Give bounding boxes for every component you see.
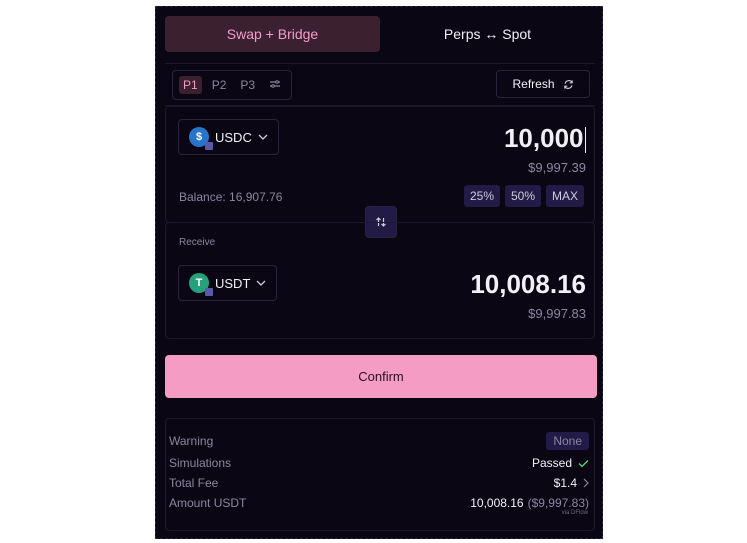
preset-p3[interactable]: P3 bbox=[236, 76, 259, 94]
divider bbox=[165, 63, 595, 64]
to-token-symbol: USDT bbox=[215, 275, 251, 291]
refresh-label: Refresh bbox=[512, 77, 555, 91]
amount-value: 10,008.16 bbox=[470, 496, 524, 510]
settings-sliders-icon[interactable] bbox=[265, 76, 285, 94]
mode-tabs: Swap + Bridge Perps ↔ Spot bbox=[165, 16, 595, 70]
fee-row[interactable]: Total Fee $1.4 bbox=[169, 476, 589, 490]
from-token-selector[interactable]: $ USDC bbox=[178, 119, 279, 155]
check-icon bbox=[578, 459, 589, 467]
simulations-row: Simulations Passed bbox=[169, 456, 589, 470]
fee-value: $1.4 bbox=[553, 476, 577, 490]
refresh-icon bbox=[563, 79, 573, 89]
receive-label: Receive bbox=[179, 237, 216, 248]
percent-50-button[interactable]: 50% bbox=[505, 185, 542, 207]
confirm-button[interactable]: Confirm bbox=[165, 355, 597, 398]
max-button[interactable]: MAX bbox=[546, 185, 585, 207]
from-token-symbol: USDC bbox=[215, 129, 252, 145]
warning-label: Warning bbox=[169, 434, 214, 448]
fee-label: Total Fee bbox=[169, 476, 219, 490]
simulations-value: Passed bbox=[531, 456, 572, 470]
from-amount-input[interactable]: 10,000 bbox=[504, 123, 586, 154]
chevron-right-icon[interactable] bbox=[583, 478, 589, 488]
warning-badge: None bbox=[546, 432, 589, 450]
chevron-down-icon bbox=[256, 280, 266, 286]
amount-usd: ($9,997.83) bbox=[527, 496, 589, 510]
amount-label: Amount USDT bbox=[169, 496, 247, 510]
preset-group: P1 P2 P3 bbox=[172, 70, 293, 100]
balance-text: Balance: 16,907.76 bbox=[179, 190, 283, 204]
usdc-icon: $ bbox=[189, 127, 213, 150]
tab-swap-bridge[interactable]: Swap + Bridge bbox=[165, 16, 380, 52]
swap-panel: Swap + Bridge Perps ↔ Spot P1 P2 P3 Refr… bbox=[155, 6, 603, 539]
usdt-icon: T bbox=[189, 273, 213, 296]
route-provider: via DFlow bbox=[561, 510, 588, 516]
to-usd-value: $9,997.83 bbox=[528, 306, 586, 321]
refresh-button[interactable]: Refresh bbox=[496, 70, 590, 98]
preset-p2[interactable]: P2 bbox=[208, 76, 231, 94]
from-usd-value: $9,997.39 bbox=[528, 160, 586, 175]
to-token-selector[interactable]: T USDT bbox=[178, 265, 278, 301]
to-amount: 10,008.16 bbox=[470, 269, 586, 299]
chevron-down-icon bbox=[258, 134, 268, 140]
amount-row: Amount USDT 10,008.16 ($9,997.83) bbox=[169, 496, 589, 510]
preset-p1[interactable]: P1 bbox=[179, 76, 202, 94]
simulations-label: Simulations bbox=[169, 456, 232, 470]
percent-25-button[interactable]: 25% bbox=[464, 185, 501, 207]
warning-row: Warning None bbox=[169, 432, 589, 450]
tab-perps-spot[interactable]: Perps ↔ Spot bbox=[380, 16, 595, 52]
text-caret bbox=[584, 127, 586, 154]
